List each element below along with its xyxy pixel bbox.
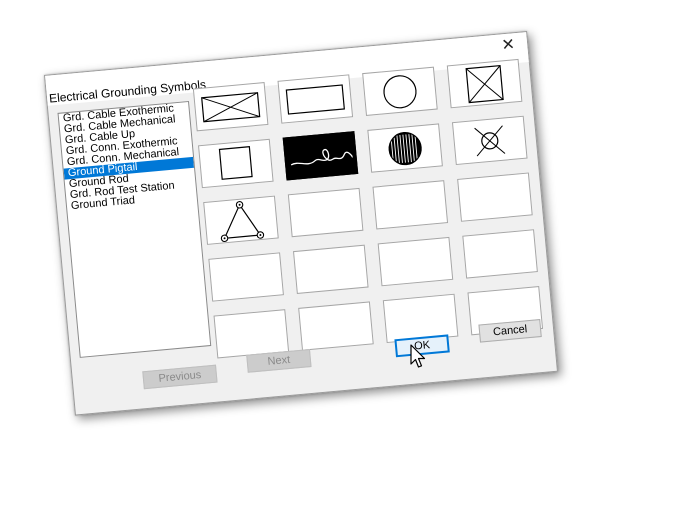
square-icon bbox=[218, 145, 253, 180]
empty-symbol-cell[interactable] bbox=[372, 180, 449, 230]
mouse-pointer-icon bbox=[410, 344, 426, 368]
symbol-grid bbox=[192, 58, 544, 360]
empty-symbol-cell[interactable] bbox=[457, 172, 533, 222]
symbol-cell-boxed-x-wide[interactable] bbox=[192, 82, 269, 132]
close-icon: ✕ bbox=[500, 36, 516, 55]
symbol-cell-rectangle[interactable] bbox=[277, 74, 354, 124]
symbol-cell-hatched-circle[interactable] bbox=[367, 123, 443, 173]
close-button[interactable]: ✕ bbox=[496, 36, 520, 56]
empty-symbol-cell[interactable] bbox=[377, 236, 454, 287]
circle-icon bbox=[383, 74, 417, 108]
symbol-cell-triad[interactable] bbox=[203, 195, 279, 245]
hatched-circle-icon bbox=[388, 131, 422, 165]
rectangle-icon bbox=[285, 83, 345, 115]
empty-symbol-cell[interactable] bbox=[462, 229, 538, 279]
empty-symbol-cell[interactable] bbox=[292, 244, 369, 294]
empty-symbol-cell[interactable] bbox=[298, 301, 374, 351]
pigtail-icon bbox=[290, 148, 354, 166]
symbol-listbox[interactable]: Grd. Cable Exothermic Grd. Cable Mechanic… bbox=[57, 100, 212, 358]
triad-icon bbox=[220, 200, 265, 242]
boxed-x-square-icon bbox=[465, 64, 504, 103]
previous-button[interactable]: Previous bbox=[142, 364, 218, 390]
symbol-cell-circle[interactable] bbox=[362, 66, 438, 116]
symbol-cell-boxed-x-square[interactable] bbox=[446, 58, 523, 109]
symbol-cell-pigtail[interactable] bbox=[282, 131, 359, 181]
symbol-cell-circle-x[interactable] bbox=[451, 115, 528, 166]
symbol-cell-square[interactable] bbox=[198, 138, 274, 189]
electrical-grounding-symbols-dialog: Electrical Grounding Symbols ✕ Grd. Cabl… bbox=[44, 31, 559, 416]
boxed-x-wide-icon bbox=[201, 91, 261, 122]
empty-symbol-cell[interactable] bbox=[208, 252, 284, 302]
empty-symbol-cell[interactable] bbox=[287, 187, 364, 238]
circle-x-icon bbox=[474, 124, 506, 156]
